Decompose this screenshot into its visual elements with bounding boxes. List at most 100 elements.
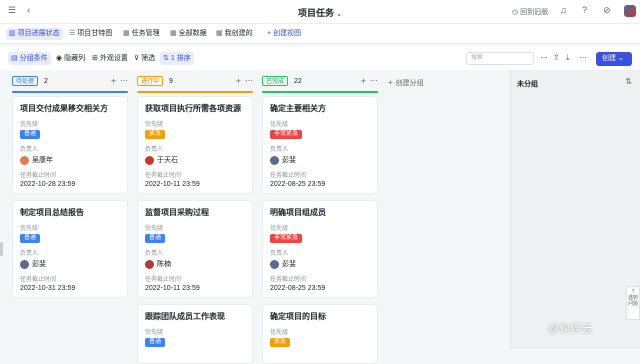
appearance-button[interactable]: ⊞ 外观设置 [89, 52, 131, 65]
filter-icon: ⊽ [134, 55, 140, 62]
priority-label: 优先级 [20, 226, 39, 232]
bell-icon[interactable]: ♫ [560, 6, 567, 15]
sort-icon[interactable]: ⇅ [625, 78, 632, 86]
create-label: 创建 [602, 55, 616, 62]
task-card[interactable]: 跟踪团队成员工作表现 优先级 普通 [137, 304, 253, 364]
tab-my-created[interactable]: ▦ 我创建的 [213, 28, 256, 40]
download-icon[interactable]: ⤓ [566, 54, 570, 62]
priority-badge: 紧急 [270, 338, 291, 347]
group-icon: ▤ [11, 55, 18, 62]
column-underline [137, 91, 253, 93]
more-icon[interactable]: ⋯ [579, 54, 587, 62]
sort-button[interactable]: ⇅ 1 排序 [160, 52, 194, 65]
tab-all-data[interactable]: ▦ 全部数据 [167, 28, 210, 40]
deadline-label: 任务截止时间 [270, 173, 307, 179]
owner-name: 于天石 [157, 157, 178, 164]
deadline-label: 任务截止时间 [20, 173, 57, 179]
top-bar: ☰ ‹ 项目任务 ⌄ ◷ 回到旧版 ♫ ? ⊘ [0, 0, 640, 24]
column-header: 已完成 22 + ⋯ [262, 76, 378, 88]
more-icon[interactable]: ⋯ [370, 76, 378, 85]
card-title: 获取项目执行所需各项资源 [145, 104, 241, 113]
more-icon[interactable]: ⋯ [245, 76, 253, 85]
column-header: 进行中 9 + ⋯ [137, 76, 253, 88]
question-icon[interactable]: ? [582, 6, 587, 15]
add-group-button[interactable]: + 创建分组 [388, 78, 424, 88]
card-title: 制定项目总结报告 [20, 208, 84, 217]
drag-handle[interactable] [0, 242, 3, 256]
tab-progress-status[interactable]: ▥ 项目进展状态 [6, 28, 63, 40]
kanban-icon: ▥ [9, 30, 16, 37]
history-icon: ◷ [512, 9, 519, 16]
owner-label: 负责人 [145, 147, 164, 153]
ungrouped-title: 未分组 [517, 81, 538, 88]
card-title: 确定项目的目标 [270, 312, 326, 321]
tab-gantt[interactable]: ☰ 项目甘特图 [66, 28, 115, 40]
task-card[interactable]: 明确项目组成员 优先级 非常紧急 负责人 彭斐 任务截止时间 2022-08-2… [262, 200, 378, 298]
tab-label: 我创建的 [224, 30, 253, 37]
deadline-value: 2022-10-31 23:59 [20, 285, 76, 292]
task-card[interactable]: 制定项目总结报告 优先级 普通 负责人 彭斐 任务截止时间 2022-10-31… [12, 200, 128, 298]
ungrouped-panel: 未分组 ⇅ [510, 70, 640, 349]
table-icon: ▦ [170, 30, 177, 37]
sort-label: 1 排序 [170, 55, 191, 62]
add-card-icon[interactable]: + [111, 76, 116, 86]
owner-label: 负责人 [20, 147, 39, 153]
kanban-board: 待处理 2 + ⋯ 项目交付成果移交相关方 优先级 普通 负责人 吴康年 任务截… [0, 70, 510, 364]
help-label: 遇到问题 [627, 295, 638, 307]
owner-name: 吴康年 [32, 157, 53, 164]
avatar [145, 155, 154, 165]
priority-label: 优先级 [145, 226, 164, 232]
tab-task-manage[interactable]: ▦ 任务管理 [120, 28, 163, 40]
create-record-button[interactable]: 创建 ⌄ [596, 52, 632, 66]
watermark: @伙伴云 [548, 323, 593, 335]
tab-label: 全部数据 [178, 30, 207, 37]
view-tabs: ▥ 项目进展状态 ☰ 项目甘特图 ▦ 任务管理 ▦ 全部数据 ▦ 我创建的 + 创建视图 [0, 24, 640, 44]
task-card[interactable]: 确定主要相关方 优先级 非常紧急 负责人 彭斐 任务截止时间 2022-08-2… [262, 96, 378, 194]
more-icon[interactable]: ⋯ [540, 54, 548, 62]
filter-button[interactable]: ⊽ 筛选 [131, 52, 158, 65]
page-title-text: 项目任务 [298, 8, 335, 18]
add-card-icon[interactable]: + [361, 76, 366, 86]
old-version-label: 回到旧版 [520, 9, 549, 16]
filter-label: 筛选 [141, 55, 156, 62]
task-card[interactable]: 获取项目执行所需各项资源 优先级 紧急 负责人 于天石 任务截止时间 2022-… [137, 96, 253, 194]
add-card-icon[interactable]: + [236, 76, 241, 86]
avatar [20, 259, 29, 269]
group-by-button[interactable]: ▤ 分组条件 [8, 52, 51, 65]
more-icon[interactable]: ⋯ [120, 76, 128, 85]
create-view-button[interactable]: + 创建视图 [264, 28, 304, 40]
deadline-label: 任务截止时间 [145, 173, 182, 179]
task-card[interactable]: 监督项目采购过程 优先级 普通 负责人 陈楠 任务截止时间 2022-10-11… [137, 200, 253, 298]
card-title: 项目交付成果移交相关方 [20, 104, 108, 113]
chevron-down-icon: ⌄ [617, 55, 624, 62]
status-tag: 进行中 [137, 76, 164, 86]
gantt-icon: ☰ [69, 30, 76, 37]
avatar [270, 259, 279, 269]
hide-columns-button[interactable]: ◉ 隐藏列 [53, 52, 88, 65]
table-icon: ▦ [123, 30, 130, 37]
eye-icon: ◉ [56, 55, 63, 62]
tab-label: 项目甘特图 [77, 30, 113, 37]
user-avatar[interactable] [624, 5, 636, 17]
column-todo: 待处理 2 + ⋯ 项目交付成果移交相关方 优先级 普通 负责人 吴康年 任务截… [12, 76, 128, 298]
deadline-value: 2022-10-11 23:59 [145, 285, 200, 292]
task-card[interactable]: 项目交付成果移交相关方 优先级 普通 负责人 吴康年 任务截止时间 2022-1… [12, 96, 128, 194]
search-input[interactable]: 搜索 [466, 52, 534, 65]
priority-badge: 紧急 [145, 130, 166, 139]
add-group-label: 创建分组 [395, 80, 424, 87]
priority-label: 优先级 [270, 122, 289, 128]
deadline-label: 任务截止时间 [20, 277, 57, 283]
task-card[interactable]: 确定项目的目标 优先级 紧急 [262, 304, 378, 364]
owner: 彭斐 [270, 259, 370, 269]
owner-label: 负责人 [145, 251, 164, 257]
compass-icon[interactable]: ⊘ [603, 6, 611, 15]
deadline-label: 任务截止时间 [145, 277, 182, 283]
priority-badge: 非常紧急 [270, 234, 303, 243]
priority-label: 优先级 [145, 330, 164, 336]
help-button[interactable]: ? 遇到问题 [626, 286, 640, 320]
upload-icon[interactable]: ⇪ [553, 54, 560, 62]
old-version-link[interactable]: ◷ 回到旧版 [512, 7, 548, 17]
column-underline [12, 91, 128, 93]
avatar [20, 155, 29, 165]
priority-badge: 普通 [20, 130, 41, 139]
